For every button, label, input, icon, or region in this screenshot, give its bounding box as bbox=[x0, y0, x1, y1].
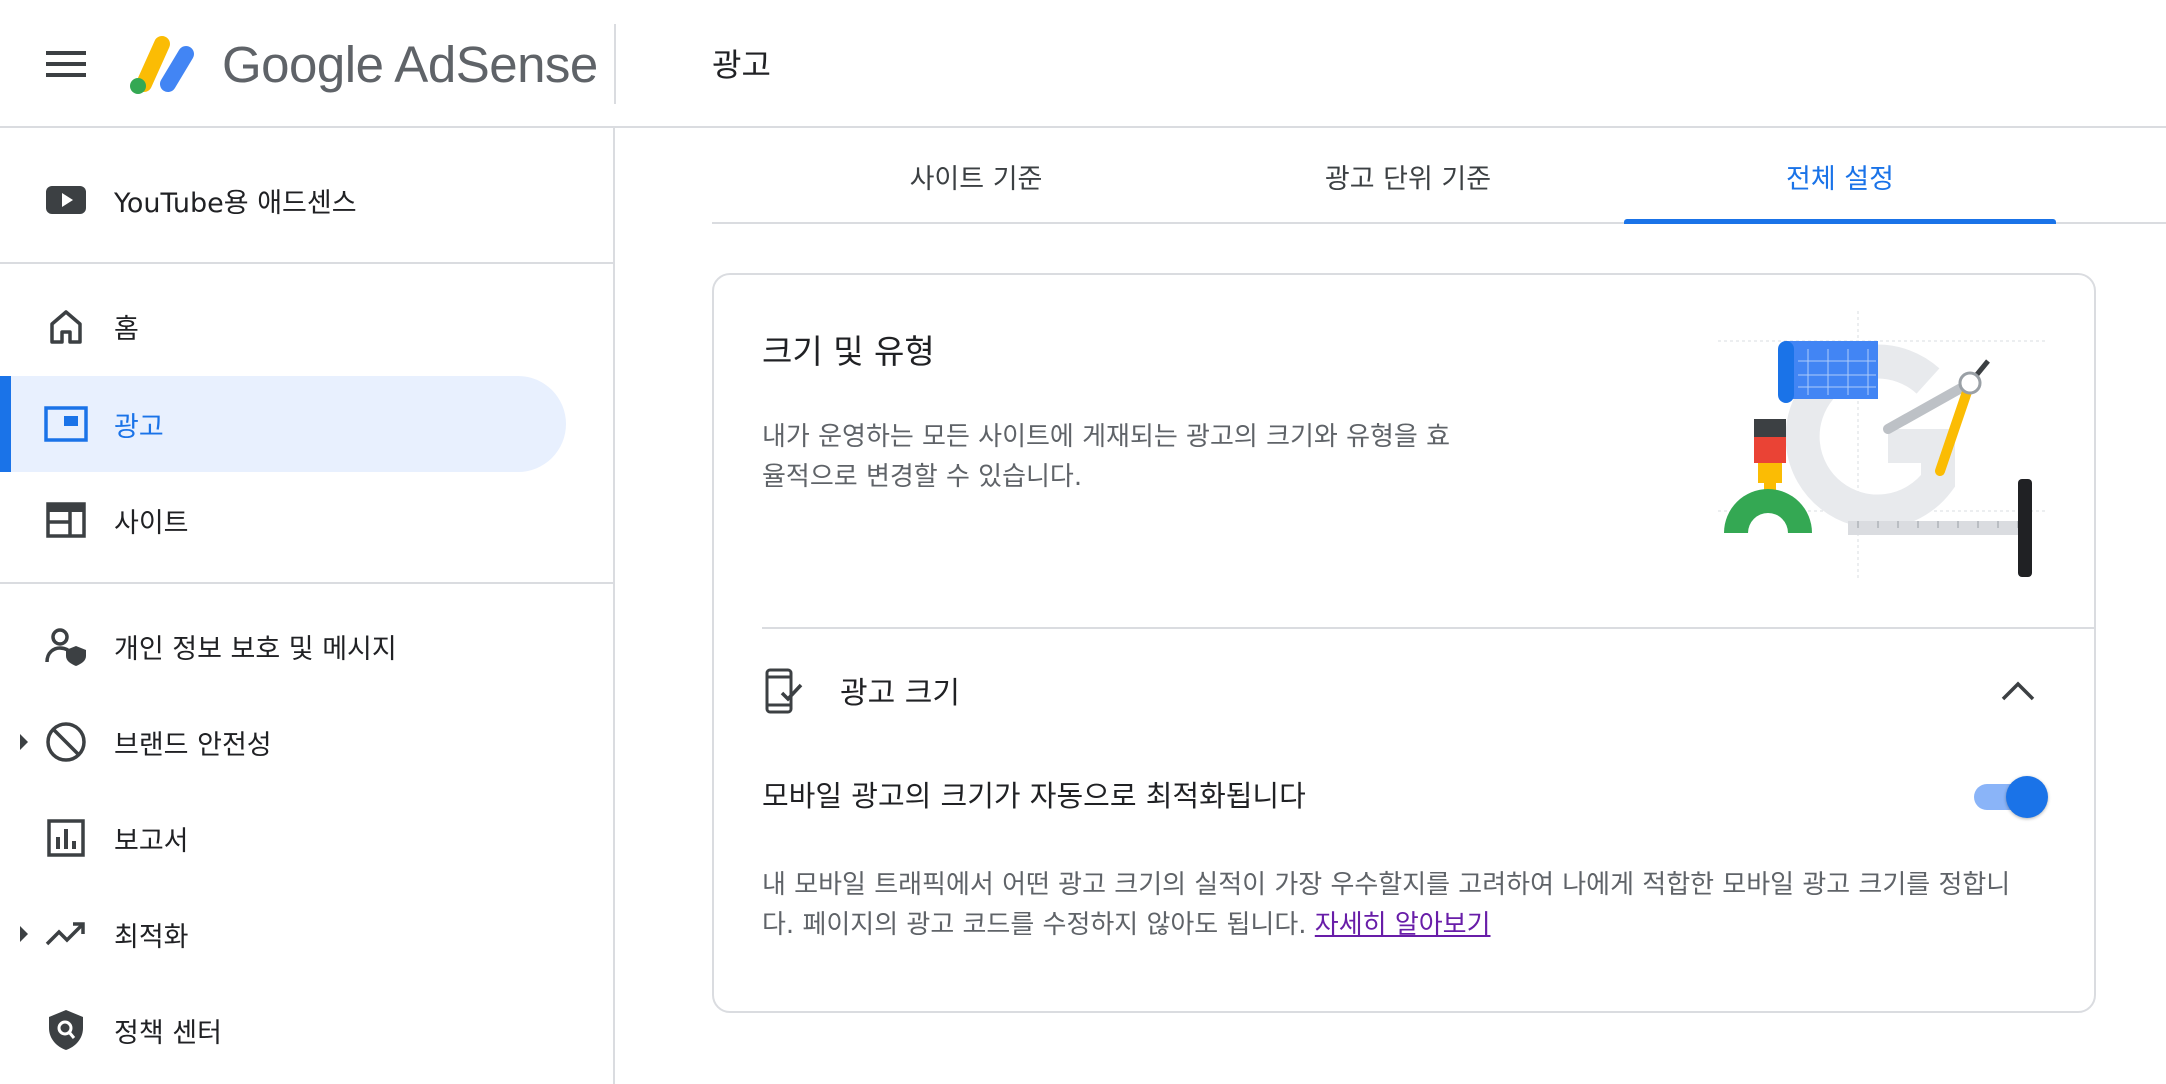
auto-optimize-toggle[interactable] bbox=[1972, 774, 2048, 818]
card-description: 내가 운영하는 모든 사이트에 게재되는 광고의 크기와 유형을 효 율적으로 … bbox=[762, 417, 1482, 497]
sidebar-item-brand-safety[interactable]: 브랜드 안전성 bbox=[0, 694, 566, 790]
setting-description: 내 모바일 트래픽에서 어떤 광고 크기의 실적이 가장 우수할지를 고려하여 … bbox=[762, 865, 2072, 945]
sidebar-item-youtube-adsense[interactable]: YouTube용 애드센스 bbox=[0, 152, 566, 248]
collapse-section-button[interactable] bbox=[1994, 667, 2042, 715]
active-tab-indicator bbox=[1624, 219, 2056, 224]
reports-icon bbox=[44, 816, 88, 860]
setting-description-text: 다. 페이지의 광고 코드를 수정하지 않아도 됩니다. bbox=[762, 910, 1315, 940]
sidebar-item-label: 브랜드 안전성 bbox=[114, 729, 272, 761]
sidebar-item-label: 최적화 bbox=[114, 921, 189, 953]
youtube-icon bbox=[44, 178, 88, 222]
sidebar-item-label: 사이트 bbox=[114, 507, 189, 539]
sidebar-item-policy-center[interactable]: 정책 센터 bbox=[0, 982, 566, 1078]
privacy-messaging-icon bbox=[44, 624, 88, 668]
home-icon bbox=[44, 304, 88, 348]
menu-button[interactable] bbox=[36, 42, 96, 86]
page-title: 광고 bbox=[712, 46, 771, 84]
tab-bar: 사이트 기준 광고 단위 기준 전체 설정 bbox=[712, 128, 2166, 224]
toggle-thumb bbox=[2006, 776, 2048, 818]
tab-by-site[interactable]: 사이트 기준 bbox=[760, 128, 1192, 224]
sidebar-item-reports[interactable]: 보고서 bbox=[0, 790, 566, 886]
sidebar: YouTube용 애드센스 홈 광고 사이트 개인 정보 보호 및 메시지 브랜… bbox=[0, 128, 615, 1084]
sidebar-item-optimization[interactable]: 최적화 bbox=[0, 886, 566, 982]
size-and-type-card: 크기 및 유형 내가 운영하는 모든 사이트에 게재되는 광고의 크기와 유형을… bbox=[712, 273, 2096, 1013]
trending-up-icon bbox=[44, 912, 88, 956]
card-description-line: 율적으로 변경할 수 있습니다. bbox=[762, 462, 1083, 492]
adsense-logo[interactable]: Google AdSense bbox=[128, 22, 598, 106]
sidebar-item-label: 정책 센터 bbox=[114, 1017, 222, 1049]
sidebar-divider bbox=[0, 582, 615, 584]
card-divider bbox=[762, 627, 2096, 629]
tab-by-ad-unit[interactable]: 광고 단위 기준 bbox=[1192, 128, 1624, 224]
menu-icon bbox=[46, 51, 86, 77]
block-icon bbox=[44, 720, 88, 764]
learn-more-link[interactable]: 자세히 알아보기 bbox=[1315, 910, 1491, 940]
sidebar-item-label: 개인 정보 보호 및 메시지 bbox=[114, 633, 397, 665]
card-title: 크기 및 유형 bbox=[762, 332, 935, 371]
card-description-line: 내가 운영하는 모든 사이트에 게재되는 광고의 크기와 유형을 효 bbox=[762, 422, 1451, 452]
sidebar-divider bbox=[0, 262, 615, 264]
design-tools-illustration bbox=[1718, 311, 2048, 581]
active-indicator bbox=[0, 376, 11, 472]
expand-caret-icon[interactable] bbox=[20, 926, 28, 942]
sidebar-item-label: 홈 bbox=[114, 313, 139, 345]
sites-icon bbox=[44, 498, 88, 542]
adsense-logo-icon bbox=[130, 36, 194, 94]
sidebar-item-sites[interactable]: 사이트 bbox=[0, 472, 566, 568]
expand-caret-icon[interactable] bbox=[20, 734, 28, 750]
sidebar-item-label: 보고서 bbox=[114, 825, 189, 857]
sidebar-item-label: 광고 bbox=[114, 411, 164, 443]
setting-description-line: 내 모바일 트래픽에서 어떤 광고 크기의 실적이 가장 우수할지를 고려하여 … bbox=[762, 870, 2011, 900]
policy-shield-icon bbox=[44, 1008, 88, 1052]
logo-text: Google AdSense bbox=[222, 35, 598, 93]
mobile-check-icon bbox=[765, 668, 803, 714]
sidebar-item-home[interactable]: 홈 bbox=[0, 278, 566, 374]
sidebar-item-ads[interactable]: 광고 bbox=[0, 376, 566, 472]
setting-description-line: 다. 페이지의 광고 코드를 수정하지 않아도 됩니다. 자세히 알아보기 bbox=[762, 905, 2072, 945]
sidebar-item-label: YouTube용 애드센스 bbox=[114, 187, 357, 219]
header-divider bbox=[614, 24, 616, 104]
ads-icon bbox=[44, 402, 88, 446]
tab-global-settings[interactable]: 전체 설정 bbox=[1624, 128, 2056, 224]
chevron-up-icon bbox=[2001, 681, 2035, 701]
sidebar-item-privacy-messaging[interactable]: 개인 정보 보호 및 메시지 bbox=[0, 598, 566, 694]
section-title: 광고 크기 bbox=[840, 676, 960, 711]
app-header: Google AdSense 광고 bbox=[0, 0, 2166, 128]
setting-label: 모바일 광고의 크기가 자동으로 최적화됩니다 bbox=[762, 779, 1306, 813]
